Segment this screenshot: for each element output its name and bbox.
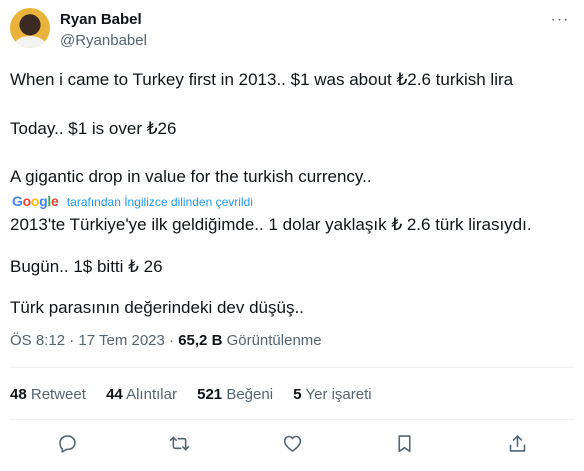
tweet-meta: ÖS 8:12 · 17 Tem 2023 · 65,2 B Görüntüle…	[10, 332, 322, 350]
retweet-stat[interactable]: 48 Retweet	[10, 386, 86, 404]
engagement-stats: 48 Retweet 44 Alıntılar 521 Beğeni 5 Yer…	[10, 386, 388, 404]
like-stat[interactable]: 521 Beğeni	[197, 386, 273, 404]
reply-icon[interactable]	[53, 429, 81, 457]
author-name[interactable]: Ryan Babel	[60, 10, 142, 29]
google-logo: Google	[12, 193, 59, 209]
tweet-line-1: When i came to Turkey first in 2013.. $1…	[10, 70, 514, 89]
divider	[10, 419, 574, 420]
quote-stat[interactable]: 44 Alıntılar	[106, 386, 177, 404]
translation-notice[interactable]: Google tarafından İngilizce dilinden çev…	[12, 193, 253, 209]
divider	[10, 367, 574, 368]
views-count: 65,2 B	[178, 332, 223, 349]
bookmark-icon[interactable]	[390, 429, 418, 457]
tweet-line-3: A gigantic drop in value for the turkish…	[10, 167, 372, 186]
action-bar	[0, 429, 584, 457]
retweet-icon[interactable]	[165, 429, 193, 457]
author-handle[interactable]: @Ryanbabel	[60, 31, 147, 50]
bookmark-stat[interactable]: 5 Yer işareti	[293, 386, 371, 404]
meta-separator: ·	[69, 332, 75, 349]
views-label: Görüntülenme	[226, 332, 322, 349]
translation-notice-text[interactable]: tarafından İngilizce dilinden çevrildi	[67, 195, 253, 209]
share-icon[interactable]	[503, 429, 531, 457]
translated-line-1: 2013'te Türkiye'ye ilk geldiğimde.. 1 do…	[10, 215, 532, 234]
translated-line-2: Bugün.. 1$ bitti ₺ 26	[10, 257, 163, 276]
like-icon[interactable]	[278, 429, 306, 457]
more-icon[interactable]: ···	[550, 10, 570, 30]
tweet-line-2: Today.. $1 is over ₺26	[10, 119, 177, 138]
tweet-time[interactable]: ÖS 8:12	[10, 332, 65, 349]
avatar[interactable]	[10, 8, 50, 48]
tweet-date[interactable]: 17 Tem 2023	[78, 332, 164, 349]
meta-separator: ·	[169, 332, 175, 349]
translated-line-3: Türk parasının değerindeki dev düşüş..	[10, 298, 304, 317]
